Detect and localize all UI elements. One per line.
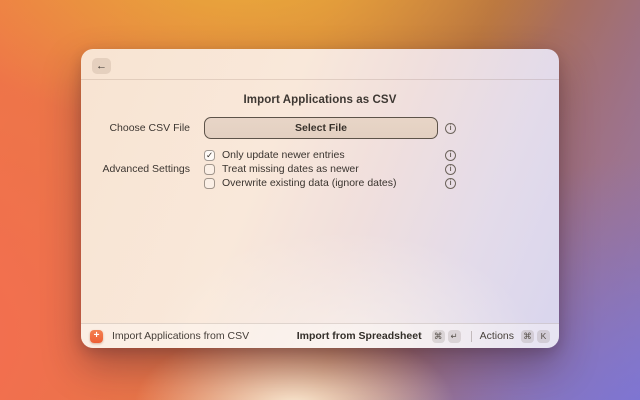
advanced-settings-section: Advanced Settings ✓ Only update newer en… [81, 148, 559, 190]
return-key-icon: ↵ [447, 329, 461, 343]
window-header: ← [81, 49, 559, 80]
option-label: Treat missing dates as newer [222, 163, 359, 175]
import-csv-window: ← Import Applications as CSV Choose CSV … [81, 49, 559, 348]
option-overwrite-existing[interactable]: Overwrite existing data (ignore dates) [204, 176, 438, 190]
back-button[interactable]: ← [92, 58, 111, 74]
advanced-settings-label: Advanced Settings [102, 163, 190, 175]
cmd-key-icon: ⌘ [431, 329, 445, 343]
k-key-icon: K [537, 329, 550, 343]
select-file-button[interactable]: Select File [204, 117, 438, 139]
info-icon[interactable]: i [445, 177, 456, 189]
option-treat-missing-dates[interactable]: Treat missing dates as newer [204, 162, 438, 176]
import-from-spreadsheet-button[interactable]: Import from Spreadsheet ⌘ ↵ [296, 329, 461, 343]
choose-csv-file-row: Choose CSV File Select File i [81, 115, 559, 141]
desktop-background: ← Import Applications as CSV Choose CSV … [0, 0, 640, 400]
advanced-options-info-column: i i i [445, 148, 456, 190]
actions-label: Actions [479, 330, 514, 342]
plus-app-icon: + [90, 329, 103, 343]
option-label: Only update newer entries [222, 149, 345, 161]
plus-icon: + [93, 330, 100, 341]
advanced-options-list: ✓ Only update newer entries Treat missin… [204, 148, 438, 190]
command-title: Import Applications from CSV [112, 330, 250, 342]
checkbox[interactable] [204, 177, 215, 189]
footer-divider [470, 330, 472, 342]
import-from-spreadsheet-label: Import from Spreadsheet [296, 330, 422, 342]
option-only-update-newer[interactable]: ✓ Only update newer entries [204, 148, 438, 162]
checkbox[interactable]: ✓ [204, 149, 215, 161]
select-file-button-label: Select File [295, 122, 347, 134]
cmd-key-icon: ⌘ [521, 329, 534, 343]
action-bar-right: Import from Spreadsheet ⌘ ↵ Actions ⌘ K [296, 329, 550, 343]
actions-button[interactable]: Actions ⌘ K [479, 329, 550, 343]
action-bar: + Import Applications from CSV Import fr… [81, 323, 559, 348]
option-label: Overwrite existing data (ignore dates) [222, 177, 397, 189]
back-arrow-icon: ← [96, 59, 107, 72]
info-icon[interactable]: i [445, 122, 456, 134]
info-icon[interactable]: i [445, 149, 456, 161]
page-title: Import Applications as CSV [243, 94, 397, 106]
checkbox[interactable] [204, 163, 215, 175]
info-icon[interactable]: i [445, 163, 456, 175]
choose-csv-file-label: Choose CSV File [109, 122, 190, 134]
